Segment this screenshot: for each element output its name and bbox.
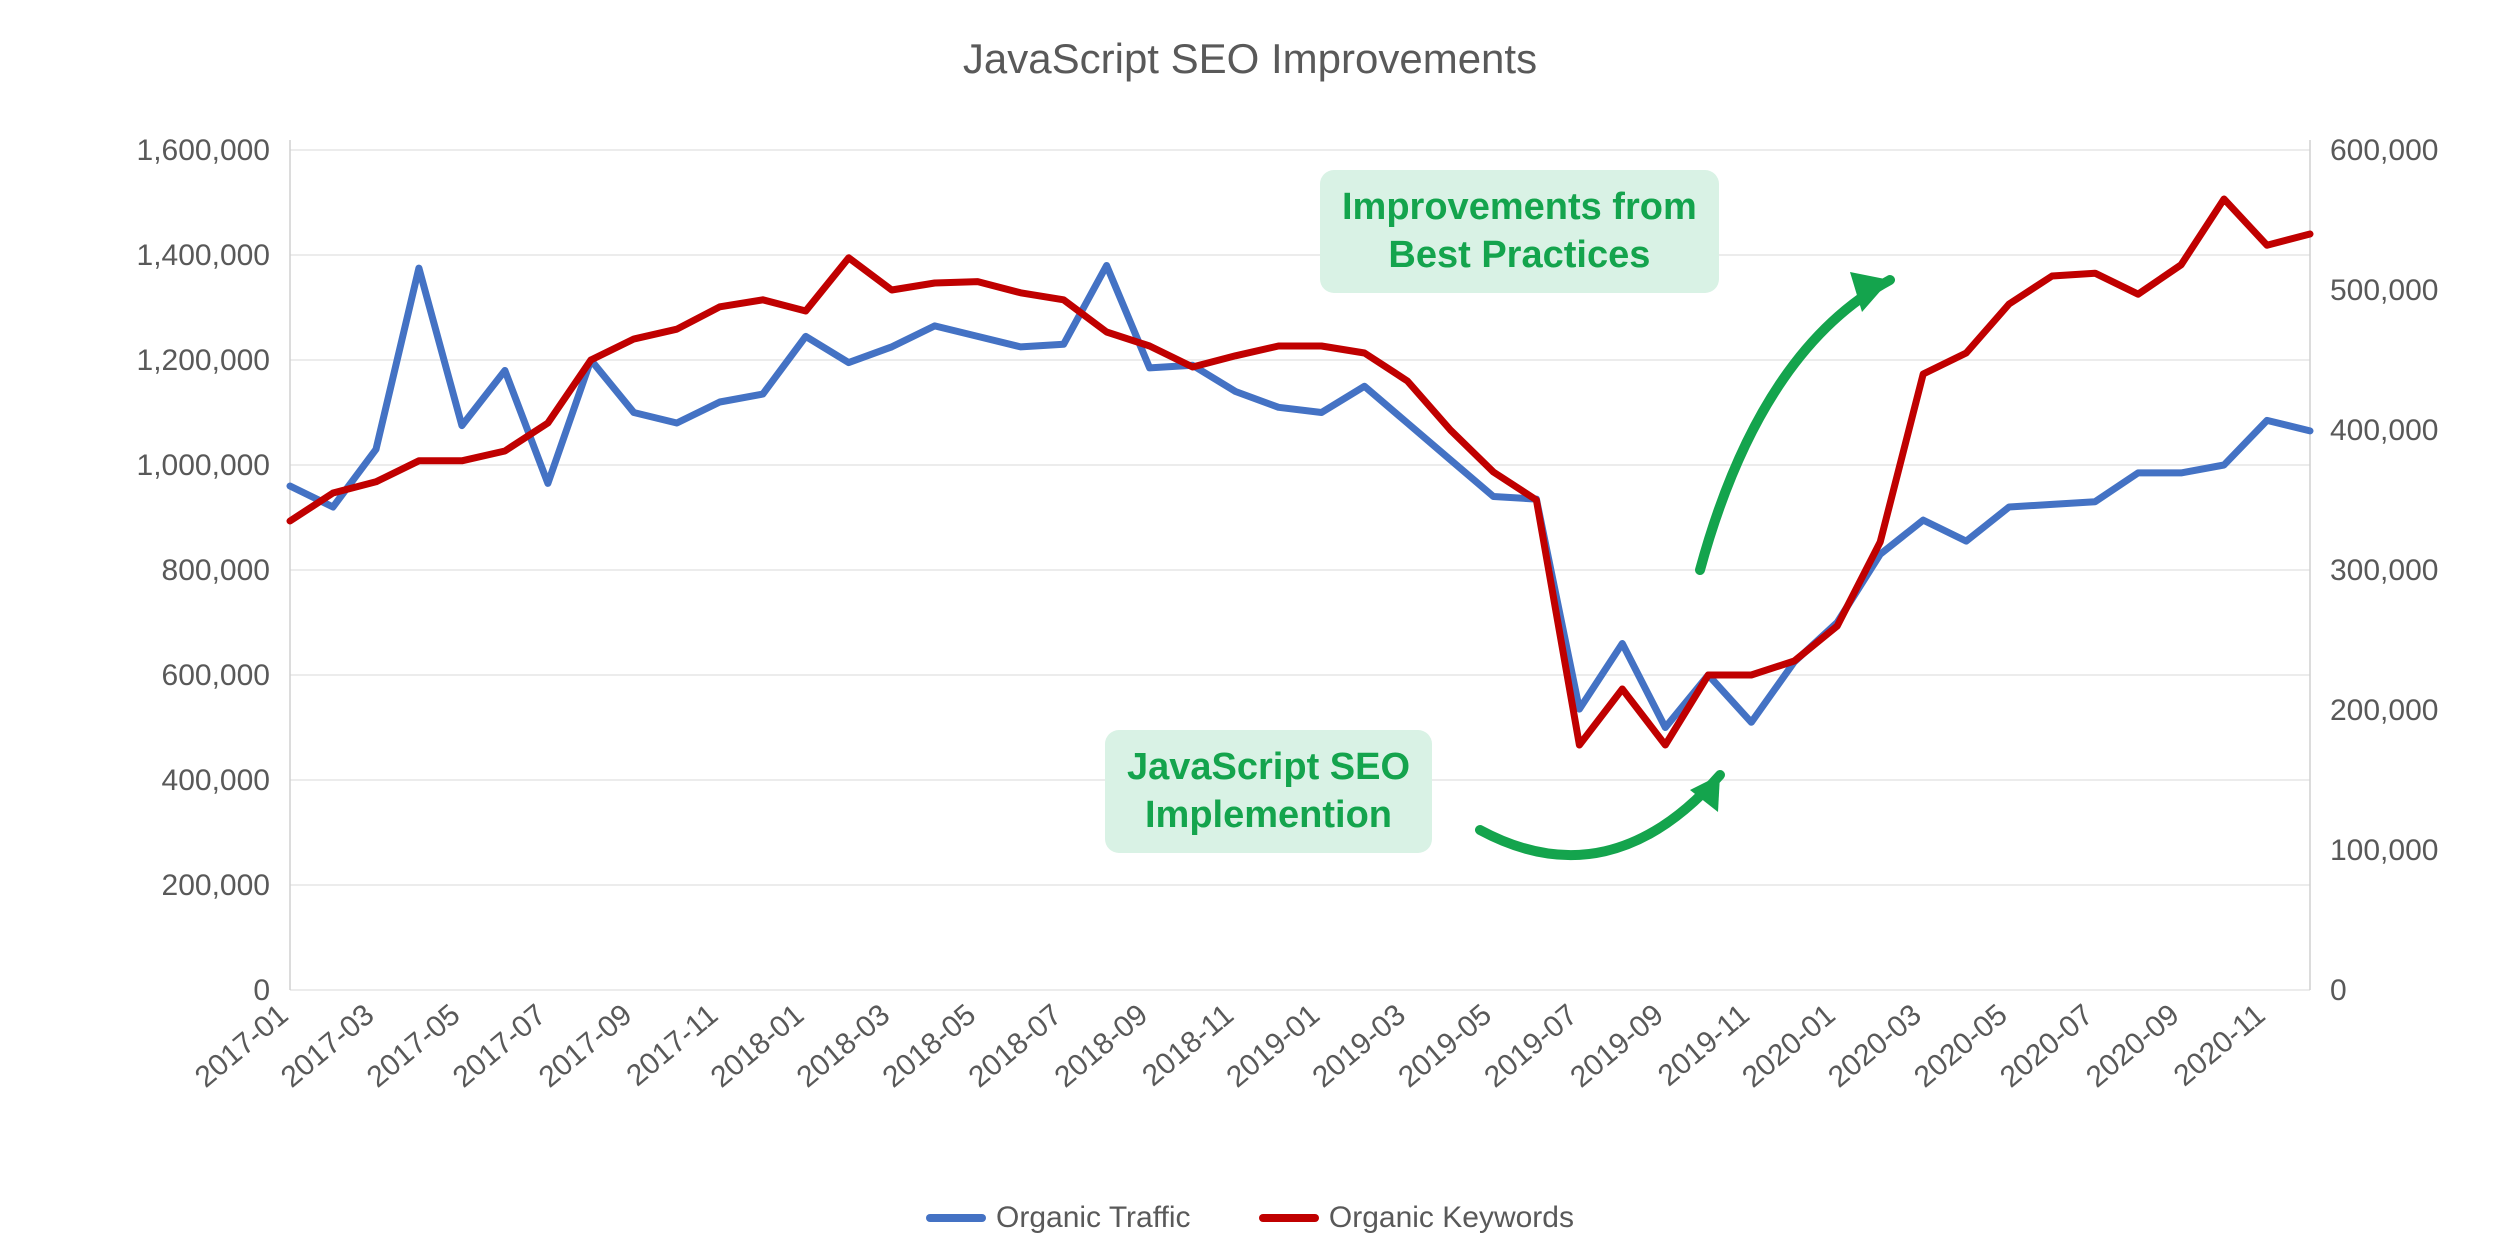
svg-text:2017-07: 2017-07	[447, 998, 553, 1094]
annotation-implementation: JavaScript SEO Implemention	[1105, 730, 1432, 853]
annotation-text: JavaScript SEO	[1127, 746, 1410, 788]
legend-item-keywords: Organic Keywords	[1259, 1201, 1574, 1235]
svg-text:0: 0	[2330, 974, 2347, 1007]
svg-text:2019-01: 2019-01	[1220, 998, 1326, 1094]
svg-text:1,400,000: 1,400,000	[137, 239, 270, 272]
svg-text:2019-11: 2019-11	[1652, 998, 1756, 1093]
svg-text:2018-01: 2018-01	[705, 998, 811, 1094]
svg-text:2017-05: 2017-05	[361, 998, 467, 1094]
svg-text:2018-05: 2018-05	[877, 998, 983, 1094]
svg-text:1,200,000: 1,200,000	[137, 344, 270, 377]
svg-text:2020-11: 2020-11	[2168, 998, 2272, 1093]
svg-text:300,000: 300,000	[2330, 554, 2438, 587]
svg-text:2020-05: 2020-05	[1908, 998, 2014, 1094]
svg-text:2020-03: 2020-03	[1822, 998, 1928, 1094]
chart-container: JavaScript SEO Improvements 0200,000400,…	[0, 0, 2500, 1255]
svg-text:600,000: 600,000	[162, 659, 270, 692]
svg-text:800,000: 800,000	[162, 554, 270, 587]
svg-text:2020-01: 2020-01	[1736, 998, 1842, 1094]
svg-text:400,000: 400,000	[2330, 414, 2438, 447]
svg-text:200,000: 200,000	[162, 869, 270, 902]
svg-text:2018-11: 2018-11	[1136, 998, 1240, 1093]
svg-text:2017-01: 2017-01	[189, 998, 295, 1094]
svg-text:600,000: 600,000	[2330, 134, 2438, 167]
legend-label: Organic Keywords	[1329, 1201, 1574, 1235]
svg-text:2019-05: 2019-05	[1392, 998, 1498, 1094]
legend-swatch	[1259, 1214, 1319, 1222]
svg-text:2019-03: 2019-03	[1306, 998, 1412, 1094]
svg-text:2019-07: 2019-07	[1478, 998, 1584, 1094]
svg-text:500,000: 500,000	[2330, 274, 2438, 307]
svg-text:1,000,000: 1,000,000	[137, 449, 270, 482]
svg-text:2017-03: 2017-03	[275, 998, 381, 1094]
svg-text:2018-09: 2018-09	[1049, 998, 1155, 1094]
svg-text:2017-09: 2017-09	[533, 998, 639, 1094]
legend-item-traffic: Organic Traffic	[926, 1201, 1191, 1235]
svg-text:1,600,000: 1,600,000	[137, 134, 270, 167]
svg-text:2019-09: 2019-09	[1564, 998, 1670, 1094]
svg-text:100,000: 100,000	[2330, 834, 2438, 867]
svg-text:2020-09: 2020-09	[2080, 998, 2186, 1094]
annotation-text: Implemention	[1145, 794, 1392, 836]
legend-label: Organic Traffic	[996, 1201, 1191, 1235]
svg-text:200,000: 200,000	[2330, 694, 2438, 727]
svg-text:2020-07: 2020-07	[1994, 998, 2100, 1094]
svg-text:2018-07: 2018-07	[963, 998, 1069, 1094]
svg-text:2017-11: 2017-11	[620, 998, 724, 1093]
annotation-text: Best Practices	[1388, 234, 1650, 276]
chart-plot: 0 200,000 400,000 600,000 800,000 1,000,000 1,…	[0, 0, 2500, 1255]
svg-text:400,000: 400,000	[162, 764, 270, 797]
annotation-text: Improvements from	[1342, 186, 1697, 228]
chart-legend: Organic Traffic Organic Keywords	[0, 1196, 2500, 1235]
legend-swatch	[926, 1214, 986, 1222]
annotation-improvements: Improvements from Best Practices	[1320, 170, 1719, 293]
svg-text:2018-03: 2018-03	[791, 998, 897, 1094]
